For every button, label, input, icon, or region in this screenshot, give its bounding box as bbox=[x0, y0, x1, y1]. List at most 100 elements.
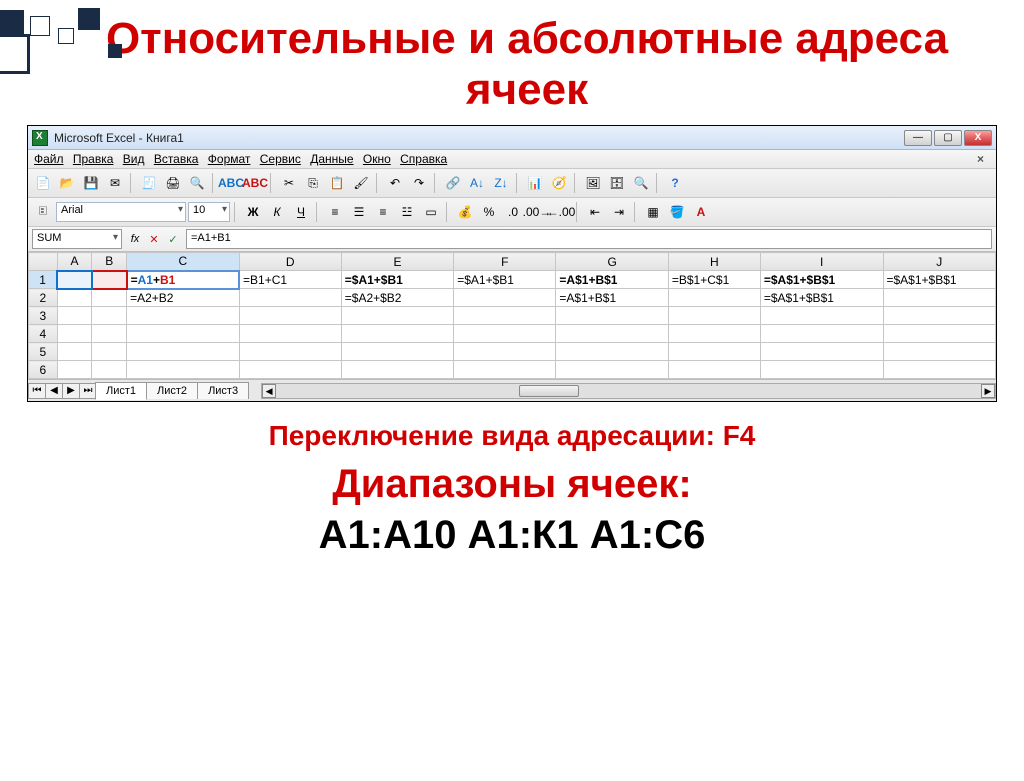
cell-A6[interactable] bbox=[57, 361, 92, 379]
cell-D1[interactable]: =B1+C1 bbox=[239, 271, 341, 289]
sheet-nav-next[interactable]: ▶ bbox=[62, 383, 80, 399]
copy-icon[interactable]: ⎘ bbox=[302, 172, 324, 194]
cell-J6[interactable] bbox=[883, 361, 996, 379]
print-preview-icon[interactable]: 🔍 bbox=[186, 172, 208, 194]
cell-H4[interactable] bbox=[668, 325, 760, 343]
cell-F2[interactable] bbox=[454, 289, 556, 307]
menu-window[interactable]: Окно bbox=[363, 152, 391, 166]
new-doc-icon[interactable]: 📄 bbox=[32, 172, 54, 194]
cell-C3[interactable] bbox=[127, 307, 239, 325]
cell-C6[interactable] bbox=[127, 361, 239, 379]
sheet-tab-3[interactable]: Лист3 bbox=[197, 382, 249, 399]
sheet-nav-first[interactable]: ⏮ bbox=[28, 383, 46, 399]
cell-A1[interactable] bbox=[57, 271, 92, 289]
cell-F1[interactable]: =$A1+$B1 bbox=[454, 271, 556, 289]
cell-D3[interactable] bbox=[239, 307, 341, 325]
paste-icon[interactable]: 📋 bbox=[326, 172, 348, 194]
column-header-H[interactable]: H bbox=[668, 253, 760, 271]
cell-I6[interactable] bbox=[760, 361, 883, 379]
cell-F4[interactable] bbox=[454, 325, 556, 343]
currency-icon[interactable]: 💰 bbox=[454, 201, 476, 223]
cell-C5[interactable] bbox=[127, 343, 239, 361]
autocheck-icon[interactable]: ABC bbox=[244, 172, 266, 194]
format-paint-icon[interactable]: 🖌 bbox=[350, 172, 372, 194]
row-header-2[interactable]: 2 bbox=[29, 289, 58, 307]
number-format-icon[interactable]: .0 bbox=[502, 201, 524, 223]
sheet-tab-2[interactable]: Лист2 bbox=[146, 382, 198, 399]
align-right-icon[interactable]: ≡ bbox=[372, 201, 394, 223]
column-header-J[interactable]: J bbox=[883, 253, 996, 271]
indent-dec-icon[interactable]: ⇤ bbox=[584, 201, 606, 223]
cell-F6[interactable] bbox=[454, 361, 556, 379]
align-left-icon[interactable]: ≡ bbox=[324, 201, 346, 223]
row-header-1[interactable]: 1 bbox=[29, 271, 58, 289]
menu-format[interactable]: Формат bbox=[208, 152, 251, 166]
italic-button[interactable]: К bbox=[266, 201, 288, 223]
cell-C1[interactable]: =A1+B1 bbox=[127, 271, 239, 289]
maximize-button[interactable]: ▢ bbox=[934, 130, 962, 146]
column-header-E[interactable]: E bbox=[341, 253, 453, 271]
cell-G1[interactable]: =A$1+B$1 bbox=[556, 271, 668, 289]
cell-E6[interactable] bbox=[341, 361, 453, 379]
close-button[interactable]: X bbox=[964, 130, 992, 146]
cell-H5[interactable] bbox=[668, 343, 760, 361]
cell-A5[interactable] bbox=[57, 343, 92, 361]
horizontal-scrollbar[interactable]: ◀ ▶ bbox=[261, 383, 996, 399]
font-size-combo[interactable]: 10 bbox=[188, 202, 230, 222]
column-header-I[interactable]: I bbox=[760, 253, 883, 271]
cell-G6[interactable] bbox=[556, 361, 668, 379]
save-icon[interactable]: 💾 bbox=[80, 172, 102, 194]
formula-input[interactable]: =A1+B1 bbox=[186, 229, 992, 249]
menu-help[interactable]: Справка bbox=[400, 152, 447, 166]
menu-data[interactable]: Данные bbox=[310, 152, 353, 166]
column-header-D[interactable]: D bbox=[239, 253, 341, 271]
cell-D2[interactable] bbox=[239, 289, 341, 307]
styles-icon[interactable]: 🗉 bbox=[32, 201, 54, 223]
cell-C2[interactable]: =A2+B2 bbox=[127, 289, 239, 307]
column-header-C[interactable]: C bbox=[127, 253, 239, 271]
navigator-icon[interactable]: 🧭 bbox=[548, 172, 570, 194]
datasource-icon[interactable]: 🗄 bbox=[606, 172, 628, 194]
row-header-4[interactable]: 4 bbox=[29, 325, 58, 343]
cell-E3[interactable] bbox=[341, 307, 453, 325]
hyperlink-icon[interactable]: 🔗 bbox=[442, 172, 464, 194]
cell-H2[interactable] bbox=[668, 289, 760, 307]
cell-J1[interactable]: =$A$1+$B$1 bbox=[883, 271, 996, 289]
cell-G5[interactable] bbox=[556, 343, 668, 361]
underline-button[interactable]: Ч bbox=[290, 201, 312, 223]
accept-formula-icon[interactable]: ✓ bbox=[164, 230, 182, 248]
cell-E5[interactable] bbox=[341, 343, 453, 361]
indent-inc-icon[interactable]: ⇥ bbox=[608, 201, 630, 223]
sort-asc-icon[interactable]: A↓ bbox=[466, 172, 488, 194]
cell-D5[interactable] bbox=[239, 343, 341, 361]
cell-G4[interactable] bbox=[556, 325, 668, 343]
cell-E4[interactable] bbox=[341, 325, 453, 343]
column-header-G[interactable]: G bbox=[556, 253, 668, 271]
fx-button[interactable]: fx bbox=[126, 230, 144, 248]
cell-J4[interactable] bbox=[883, 325, 996, 343]
cell-B1[interactable] bbox=[92, 271, 127, 289]
cell-F3[interactable] bbox=[454, 307, 556, 325]
cell-I1[interactable]: =$A$1+$B$1 bbox=[760, 271, 883, 289]
sort-desc-icon[interactable]: Z↓ bbox=[490, 172, 512, 194]
cell-F5[interactable] bbox=[454, 343, 556, 361]
dec-increase-icon[interactable]: .00→ bbox=[526, 201, 548, 223]
cell-B4[interactable] bbox=[92, 325, 127, 343]
spellcheck-icon[interactable]: ABC bbox=[220, 172, 242, 194]
cell-C4[interactable] bbox=[127, 325, 239, 343]
mail-icon[interactable]: ✉ bbox=[104, 172, 126, 194]
cell-A4[interactable] bbox=[57, 325, 92, 343]
cell-I3[interactable] bbox=[760, 307, 883, 325]
row-header-6[interactable]: 6 bbox=[29, 361, 58, 379]
cell-J3[interactable] bbox=[883, 307, 996, 325]
menu-edit[interactable]: Правка bbox=[73, 152, 114, 166]
cut-icon[interactable]: ✂ bbox=[278, 172, 300, 194]
cell-I4[interactable] bbox=[760, 325, 883, 343]
percent-icon[interactable]: % bbox=[478, 201, 500, 223]
borders-icon[interactable]: ▦ bbox=[642, 201, 664, 223]
cell-G3[interactable] bbox=[556, 307, 668, 325]
cell-B6[interactable] bbox=[92, 361, 127, 379]
cell-J5[interactable] bbox=[883, 343, 996, 361]
column-header-A[interactable]: A bbox=[57, 253, 92, 271]
close-doc-button[interactable]: × bbox=[977, 152, 984, 166]
